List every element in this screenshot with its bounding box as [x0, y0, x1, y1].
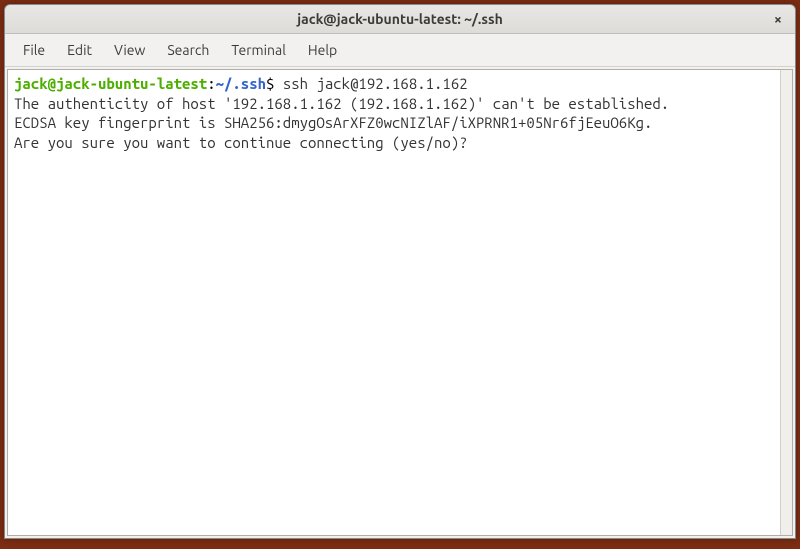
command: ssh jack@192.168.1.162 [274, 75, 467, 92]
prompt-user-host: jack@jack-ubuntu-latest [14, 75, 207, 92]
terminal-output[interactable]: jack@jack-ubuntu-latest:~/.ssh$ ssh jack… [7, 69, 793, 536]
prompt-colon: : [207, 75, 215, 92]
output-line: The authenticity of host '192.168.1.162 … [14, 95, 669, 112]
titlebar[interactable]: jack@jack-ubuntu-latest: ~/.ssh × [5, 5, 795, 34]
menu-terminal[interactable]: Terminal [221, 38, 296, 62]
prompt-path: ~/.ssh [216, 75, 266, 92]
menu-file[interactable]: File [13, 38, 55, 62]
terminal-window: jack@jack-ubuntu-latest: ~/.ssh × File E… [4, 4, 796, 539]
window-title: jack@jack-ubuntu-latest: ~/.ssh [297, 11, 503, 27]
output-line: Are you sure you want to continue connec… [14, 134, 476, 151]
output-line: ECDSA key fingerprint is SHA256:dmygOsAr… [14, 114, 652, 131]
menu-view[interactable]: View [104, 38, 155, 62]
menu-search[interactable]: Search [157, 38, 219, 62]
menu-edit[interactable]: Edit [57, 38, 102, 62]
menu-help[interactable]: Help [298, 38, 347, 62]
close-icon[interactable]: × [769, 10, 787, 28]
menubar: File Edit View Search Terminal Help [5, 34, 795, 67]
scrollbar[interactable] [780, 70, 792, 535]
